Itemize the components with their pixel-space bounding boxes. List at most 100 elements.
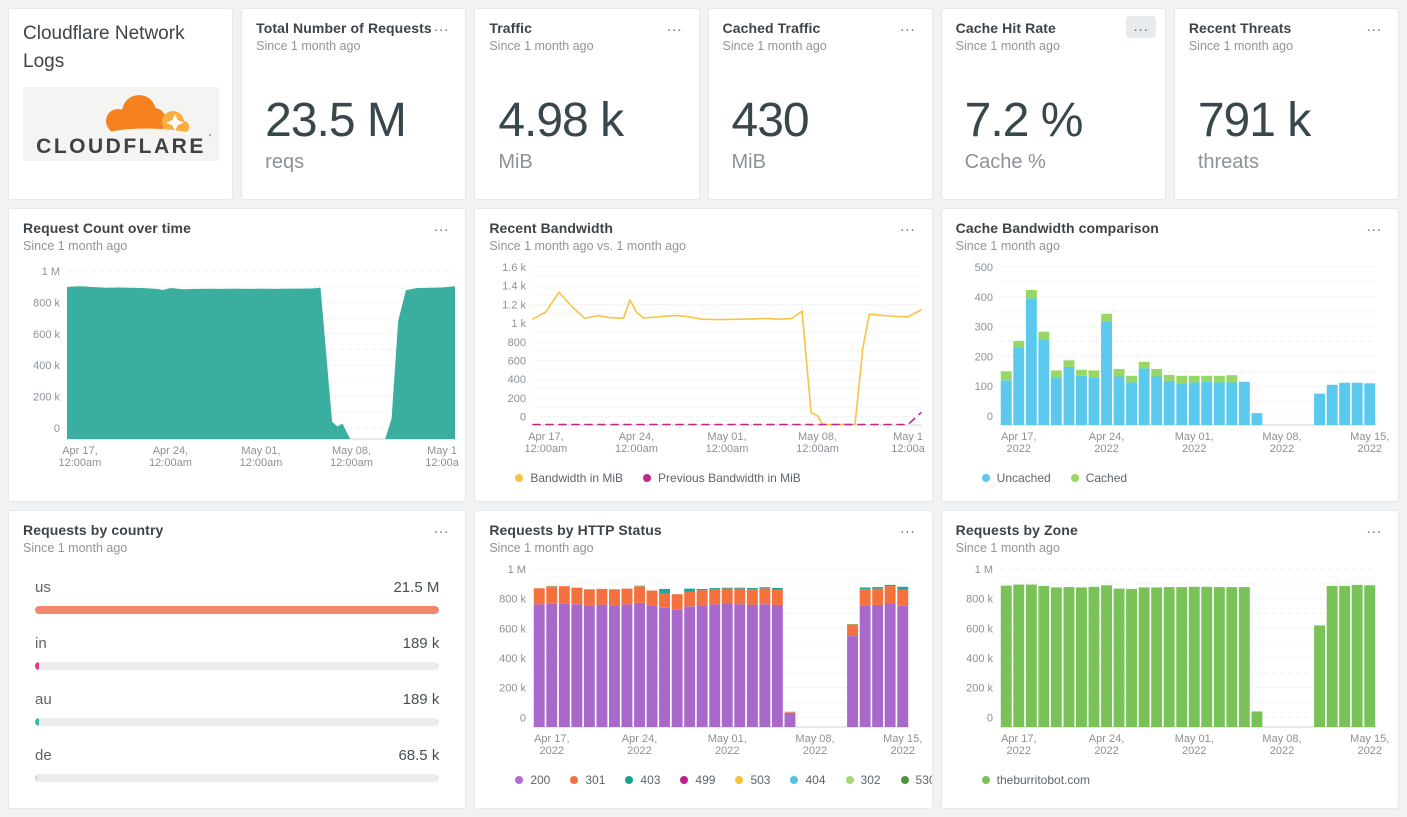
svg-text:May 1: May 1	[893, 431, 923, 443]
panel-menu-icon[interactable]: ...	[1359, 16, 1389, 38]
country-bar-track	[35, 606, 440, 614]
country-value: 189 k	[402, 635, 440, 652]
legend-item-previous-bandwidth-in-mib[interactable]: Previous Bandwidth in MiB	[643, 471, 801, 485]
panel-menu-icon[interactable]: ...	[893, 216, 923, 238]
svg-text:0: 0	[987, 712, 993, 724]
svg-text:2022: 2022	[1269, 745, 1293, 757]
legend-dot-icon	[790, 776, 799, 784]
svg-text:May 01,: May 01,	[1174, 431, 1213, 443]
svg-text:Apr 24,: Apr 24,	[619, 431, 654, 443]
stat-unit: reqs	[265, 150, 305, 173]
svg-text:May 01,: May 01,	[708, 733, 747, 745]
panel-menu-icon[interactable]: ...	[427, 518, 457, 540]
svg-text:1 M: 1 M	[508, 564, 526, 576]
svg-text:800 k: 800 k	[966, 594, 993, 606]
svg-text:Apr 17,: Apr 17,	[62, 445, 97, 457]
http-status-legend: 200301403499503404302530526524	[515, 773, 932, 787]
top-stat-row: Cloudflare Network Logs CLOUDFLARE ' Tot…	[8, 8, 1399, 200]
svg-text:400: 400	[974, 292, 992, 304]
country-row-us: us 21.5 M	[35, 579, 440, 614]
svg-text:12:00am: 12:00am	[525, 443, 568, 455]
svg-text:400 k: 400 k	[33, 360, 60, 372]
cache-bandwidth-bar-chart[interactable]: 0100200300400500Apr 17,2022Apr 24,2022Ma…	[956, 261, 1396, 465]
request-count-area-chart[interactable]: 0200 k400 k600 k800 k1 MApr 17,12:00amAp…	[23, 261, 463, 481]
legend-item-uncached[interactable]: Uncached	[981, 471, 1051, 485]
bandwidth-line-chart[interactable]: 02004006008001 k1.2 k1.4 k1.6 kApr 17,12…	[489, 261, 929, 465]
panel-stat-recent-threats: Recent Threats Since 1 month ago ... 791…	[1173, 8, 1399, 200]
legend-item-404[interactable]: 404	[790, 773, 826, 787]
panel-subtitle: Since 1 month ago	[955, 39, 1060, 53]
legend-label: 503	[750, 773, 771, 787]
legend-dot-icon	[680, 776, 689, 784]
panel-requests-by-zone: Requests by Zone Since 1 month ago ... 0…	[940, 510, 1399, 809]
svg-text:May 08,: May 08,	[796, 733, 835, 745]
panel-title: Cached Traffic	[722, 20, 821, 36]
panel-title: Recent Bandwidth	[489, 219, 614, 236]
legend-item-theburritobot-com[interactable]: theburritobot.com	[981, 773, 1090, 787]
legend-dot-icon	[625, 776, 634, 784]
dashboard-title: Cloudflare Network Logs	[23, 23, 185, 72]
panel-subtitle: Since 1 month ago	[23, 541, 128, 555]
svg-text:200: 200	[508, 393, 526, 405]
country-bar-fill	[35, 606, 440, 614]
legend-item-301[interactable]: 301	[570, 773, 605, 787]
svg-text:1 M: 1 M	[42, 266, 60, 278]
svg-text:12:00am: 12:00am	[796, 443, 839, 455]
legend-item-499[interactable]: 499	[680, 773, 715, 787]
legend-label: 403	[640, 773, 661, 787]
legend-item-bandwidth-in-mib[interactable]: Bandwidth in MiB	[515, 471, 623, 485]
svg-text:0: 0	[520, 411, 526, 423]
panel-title: Requests by HTTP Status	[489, 522, 662, 538]
panel-menu-icon[interactable]: ...	[427, 216, 457, 238]
panel-title: Requests by country	[23, 522, 164, 538]
panel-requests-by-http-status: Requests by HTTP Status Since 1 month ag…	[474, 510, 933, 809]
svg-text:600 k: 600 k	[966, 623, 993, 635]
svg-text:Apr 17,: Apr 17,	[1001, 733, 1036, 745]
country-name: us	[35, 579, 51, 596]
svg-text:12:00a: 12:00a	[425, 457, 460, 469]
country-name: in	[35, 635, 47, 652]
legend-item-cached[interactable]: Cached	[1070, 470, 1128, 485]
zone-legend: theburritobot.com	[981, 773, 1384, 787]
svg-text:Apr 24,: Apr 24,	[1088, 733, 1123, 745]
country-name: de	[35, 747, 52, 764]
stat-unit: Cache %	[964, 150, 1046, 173]
svg-text:May 08,: May 08,	[1262, 733, 1301, 745]
svg-text:Apr 24,: Apr 24,	[1088, 431, 1123, 443]
legend-item-503[interactable]: 503	[735, 773, 770, 787]
legend-dot-icon	[981, 473, 990, 482]
svg-text:Apr 24,: Apr 24,	[153, 445, 188, 457]
panel-subtitle: Since 1 month ago	[23, 238, 128, 253]
http-status-bar-chart[interactable]: 0200 k400 k600 k800 k1 MApr 17,2022Apr 2…	[489, 563, 929, 767]
panel-subtitle: Since 1 month ago	[489, 39, 594, 53]
svg-text:2022: 2022	[1182, 443, 1206, 455]
legend-item-403[interactable]: 403	[625, 773, 660, 787]
country-name: au	[35, 691, 52, 708]
svg-text:12:00am: 12:00am	[240, 457, 283, 469]
panel-menu-icon[interactable]: ...	[1126, 16, 1156, 38]
panel-menu-icon[interactable]: ...	[893, 518, 923, 540]
legend-item-530[interactable]: 530	[900, 773, 932, 787]
svg-text:May 08,: May 08,	[1262, 431, 1301, 443]
panel-menu-icon[interactable]: ...	[1359, 216, 1389, 238]
panel-menu-icon[interactable]: ...	[893, 16, 923, 38]
panel-recent-bandwidth: Recent Bandwidth Since 1 month ago vs. 1…	[474, 207, 933, 502]
stat-value: 4.98 k	[498, 93, 624, 147]
legend-dot-icon	[845, 776, 854, 784]
svg-text:May 01,: May 01,	[1174, 733, 1213, 745]
legend-item-302[interactable]: 302	[845, 773, 881, 787]
svg-text:May 1: May 1	[427, 445, 457, 457]
legend-label: 530	[915, 773, 932, 787]
bandwidth-legend: Bandwidth in MiB Previous Bandwidth in Mi…	[515, 471, 917, 485]
country-row-in: in 189 k	[35, 635, 440, 670]
svg-text:May 08,: May 08,	[332, 445, 371, 457]
cloudflare-logo: CLOUDFLARE '	[23, 87, 219, 161]
panel-subtitle: Since 1 month ago	[489, 541, 594, 555]
panel-menu-icon[interactable]: ...	[427, 16, 457, 38]
legend-label: Cached	[1085, 470, 1128, 485]
panel-menu-icon[interactable]: ...	[1359, 518, 1389, 540]
panel-menu-icon[interactable]: ...	[660, 16, 690, 38]
legend-item-200[interactable]: 200	[515, 773, 550, 787]
zone-bar-chart[interactable]: 0200 k400 k600 k800 k1 MApr 17,2022Apr 2…	[956, 563, 1396, 767]
country-row-de: de 68.5 k	[35, 747, 440, 782]
